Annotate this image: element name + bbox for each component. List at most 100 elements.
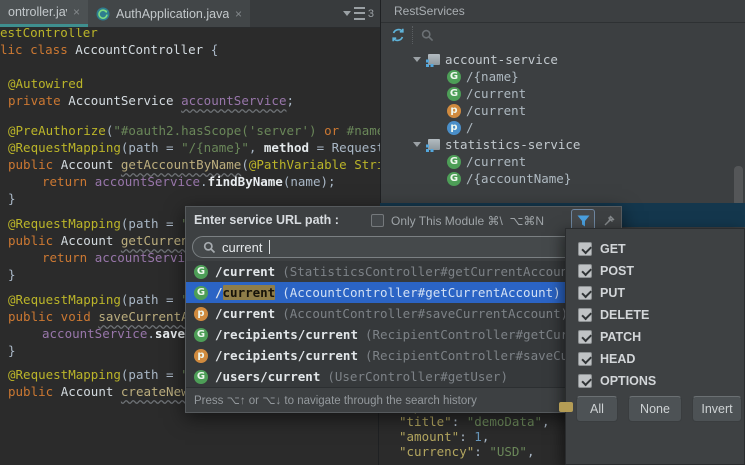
method-filter-get[interactable]: GET [578, 239, 626, 259]
result-row[interactable]: G/current (StatisticsController#getCurren… [186, 261, 621, 282]
tree-row[interactable]: statistics-service [413, 136, 580, 153]
search-icon [203, 241, 216, 254]
tree-label: account-service [445, 52, 558, 67]
result-row[interactable]: G/recipients/current (RecipientController… [186, 324, 621, 345]
tree-label: /current [466, 86, 527, 101]
code-line: public Account getCurren [8, 233, 189, 248]
tree-row[interactable]: G /{accountName} [447, 170, 571, 187]
result-reference: (AccountController#saveCurrentAccount) [282, 306, 569, 321]
search-value: current [222, 239, 263, 255]
get-method-icon: G [447, 154, 461, 169]
get-method-icon: G [194, 264, 208, 279]
result-reference: (StatisticsController#getCurrentAccountS… [282, 264, 599, 279]
chevron-down-icon[interactable] [413, 142, 421, 147]
post-method-icon: p [194, 306, 208, 321]
all-button[interactable]: All [576, 396, 618, 422]
tree-row[interactable]: G/current [447, 153, 526, 170]
popup-title: Enter service URL path : [194, 213, 339, 227]
result-reference: (UserController#getUser) [327, 369, 508, 384]
hidden-tabs-count: 3 [367, 7, 374, 20]
tree-row[interactable]: G/current [447, 85, 526, 102]
result-row[interactable]: p/recipients/current (RecipientController… [186, 345, 621, 366]
editor-scrollbar-thumb[interactable] [734, 166, 743, 206]
editor-caret-marker [559, 402, 573, 412]
tab-accountcontroller[interactable]: ontroller.java × [0, 0, 88, 27]
checkbox-checked-icon[interactable] [578, 286, 592, 300]
none-button[interactable]: None [628, 396, 682, 422]
rest-services-tree[interactable]: account-service G/{name} G/current p/curren… [381, 48, 745, 208]
search-input[interactable]: current [192, 236, 616, 258]
tree-row[interactable]: p/current [447, 102, 526, 119]
tab-label: ontroller.java [8, 5, 67, 19]
get-method-icon: G [447, 69, 461, 84]
method-filter-patch[interactable]: PATCH [578, 327, 641, 347]
hidden-tabs-button[interactable]: 3 [342, 7, 374, 20]
checkbox-checked-icon[interactable] [578, 352, 592, 366]
method-filter-post[interactable]: POST [578, 261, 634, 281]
result-row[interactable]: G/current (AccountController#getCurrentAc… [186, 282, 621, 303]
result-row[interactable]: p/current (AccountController#saveCurrentA… [186, 303, 621, 324]
get-method-icon: G [447, 86, 461, 101]
refresh-icon[interactable] [390, 27, 406, 43]
close-icon[interactable]: × [73, 6, 80, 18]
checkbox-checked-icon[interactable] [578, 330, 592, 344]
code-line: public void saveCurrentA [8, 309, 189, 324]
panel-title-bar: RestServices [381, 0, 745, 23]
checkbox-checked-icon[interactable] [578, 374, 592, 388]
module-icon [426, 54, 440, 67]
result-path: /recipients/current [215, 348, 358, 363]
checkbox-checked-icon[interactable] [578, 264, 592, 278]
code-line: return accountService.findByName(name); [42, 174, 336, 189]
post-method-icon: p [194, 348, 208, 363]
checkbox-checked-icon[interactable] [578, 308, 592, 322]
method-filter-head[interactable]: HEAD [578, 349, 635, 369]
result-path: /current [215, 285, 276, 300]
tab-authapplication[interactable]: AuthApplication.java × [88, 0, 250, 27]
tree-row[interactable]: G /{name} [447, 68, 519, 85]
code-line: return accountServic [42, 250, 193, 265]
method-filter-dropdown: All None Invert GET POST PUT DELETE PATCH HEA… [565, 228, 745, 465]
method-label: HEAD [600, 352, 636, 366]
method-label: POST [600, 264, 635, 278]
popup-footer: Press ⌥↑ or ⌥↓ to navigate through the s… [186, 387, 621, 412]
result-path: /current [215, 306, 276, 321]
code-line: @RequestMapping(path = " [8, 367, 189, 382]
text-caret [269, 240, 271, 254]
chevron-down-icon[interactable] [413, 57, 421, 62]
close-icon[interactable]: × [235, 8, 242, 20]
method-label: GET [600, 242, 626, 256]
code-line: } [8, 343, 16, 358]
method-label: PUT [600, 286, 625, 300]
only-this-module-checkbox[interactable] [371, 214, 384, 227]
get-method-icon: G [194, 327, 208, 342]
get-method-icon: G [194, 285, 208, 300]
code-line: private AccountService accountService; [8, 93, 294, 108]
invert-button[interactable]: Invert [692, 396, 742, 422]
method-filter-delete[interactable]: DELETE [578, 305, 649, 325]
method-label: OPTIONS [600, 374, 657, 388]
tree-row[interactable]: p / [447, 119, 474, 136]
tree-row[interactable]: account-service [413, 51, 558, 68]
tree-label: / [466, 120, 474, 135]
tree-label: /current [466, 154, 527, 169]
pin-icon[interactable] [601, 212, 617, 228]
code-line: @PreAuthorize("#oauth2.hasScope('server'… [8, 123, 380, 138]
toolbar-separator [412, 26, 414, 44]
code-line: @RequestMapping(path = "/{name}", method… [8, 140, 380, 155]
code-line: @Autowired [8, 76, 84, 91]
panel-toolbar [381, 22, 745, 48]
checkbox-checked-icon[interactable] [578, 242, 592, 256]
code-line: @RequestMapping(path = " [8, 292, 189, 307]
method-filter-options[interactable]: OPTIONS [578, 371, 656, 391]
search-settings-icon[interactable] [420, 28, 435, 43]
code-line: } [8, 267, 16, 282]
code-line: public Account getAccountByName(@PathVar… [8, 157, 380, 172]
tree-label: statistics-service [445, 137, 581, 152]
post-method-icon: p [447, 103, 461, 118]
result-row[interactable]: G/users/current (UserController#getUser) [186, 366, 621, 387]
search-results-list: G/current (StatisticsController#getCurren… [186, 261, 621, 387]
tab-list-icon [353, 7, 365, 20]
code-line: @RequestMapping(path = " [8, 216, 189, 231]
method-label: DELETE [600, 308, 650, 322]
method-filter-put[interactable]: PUT [578, 283, 625, 303]
